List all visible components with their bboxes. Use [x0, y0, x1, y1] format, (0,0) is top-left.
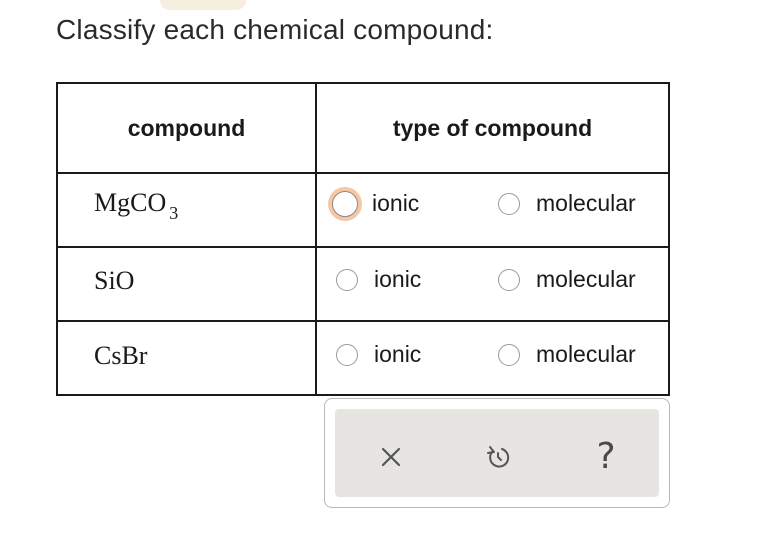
header-type-of-compound: type of compound	[392, 114, 593, 141]
compound-formula: SiO	[94, 266, 134, 296]
radio-button[interactable]	[336, 268, 358, 291]
radio-button[interactable]	[498, 192, 520, 215]
option-ionic[interactable]: ionic	[336, 341, 421, 368]
help-button[interactable]: ?	[586, 437, 626, 477]
formula-text: CsBr	[94, 341, 148, 370]
option-label: molecular	[536, 341, 636, 367]
close-icon	[381, 447, 401, 467]
radio-button[interactable]	[332, 190, 358, 217]
help-icon: ?	[596, 436, 616, 477]
toolbar-panel: ?	[335, 409, 659, 497]
compound-table: compound type of compound MgCO 3 ionic mo…	[56, 82, 670, 396]
clear-button[interactable]	[371, 437, 411, 477]
undo-button[interactable]	[478, 437, 518, 477]
option-ionic[interactable]: ionic	[336, 266, 421, 293]
formula-subscript: 3	[169, 203, 179, 223]
undo-icon	[487, 446, 510, 468]
radio-button[interactable]	[336, 343, 358, 366]
option-label: ionic	[372, 190, 420, 216]
option-label: ionic	[374, 266, 422, 292]
radio-button[interactable]	[498, 343, 520, 366]
compound-formula: CsBr	[94, 341, 147, 371]
answer-toolbar: ?	[324, 398, 670, 508]
option-label: molecular	[536, 190, 636, 216]
compound-formula: MgCO 3	[94, 188, 178, 223]
option-molecular[interactable]: molecular	[498, 341, 636, 368]
option-label: molecular	[536, 266, 636, 292]
formula-text: MgCO	[94, 188, 167, 217]
row-divider	[58, 246, 668, 248]
option-label: ionic	[374, 341, 422, 367]
radio-button[interactable]	[498, 268, 520, 291]
formula-text: SiO	[94, 266, 135, 295]
row-divider	[58, 172, 668, 174]
option-ionic[interactable]: ionic	[332, 190, 420, 217]
option-molecular[interactable]: molecular	[498, 190, 636, 217]
question-prompt: Classify each chemical compound:	[56, 14, 494, 45]
row-divider	[58, 320, 668, 322]
top-tab	[160, 0, 246, 10]
option-molecular[interactable]: molecular	[498, 266, 636, 293]
header-compound: compound	[127, 114, 246, 141]
